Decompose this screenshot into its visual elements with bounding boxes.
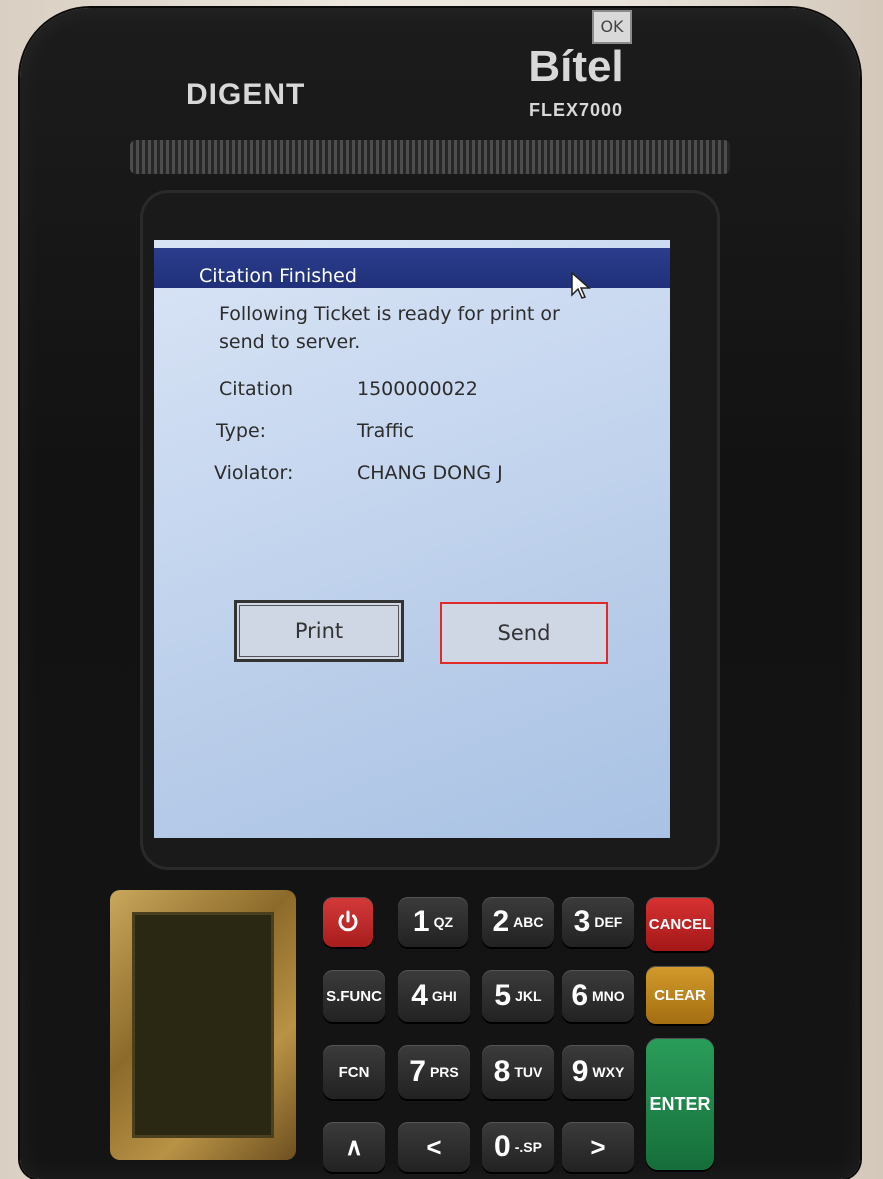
- key-6-sub: MNO: [592, 988, 625, 1004]
- key-5[interactable]: 5 JKL: [482, 970, 554, 1022]
- right-key[interactable]: >: [562, 1122, 634, 1172]
- key-0-num: 0: [494, 1130, 511, 1163]
- sfunc-key[interactable]: S.FUNC: [323, 970, 385, 1022]
- key-5-num: 5: [494, 979, 512, 1012]
- key-6-num: 6: [571, 979, 588, 1012]
- key-4-sub: GHI: [431, 988, 457, 1004]
- key-7[interactable]: 7 PRS: [398, 1045, 470, 1099]
- mouse-cursor-icon: [571, 271, 591, 299]
- fcn-key-label: FCN: [338, 1063, 370, 1081]
- key-4-num: 4: [411, 979, 428, 1012]
- clear-key-label: CLEAR: [654, 986, 706, 1004]
- key-1-sub: QZ: [433, 914, 454, 930]
- enter-key[interactable]: ENTER: [646, 1038, 714, 1170]
- up-key[interactable]: ∧: [323, 1122, 385, 1172]
- message-line-1: Following Ticket is ready for print or: [219, 303, 560, 325]
- key-1-num: 1: [412, 905, 430, 938]
- model-name: FLEX7000: [528, 100, 624, 120]
- key-1[interactable]: 1 QZ: [398, 897, 468, 947]
- right-arrow-icon: >: [590, 1131, 606, 1162]
- key-8-sub: TUV: [514, 1064, 543, 1080]
- key-2-num: 2: [492, 905, 510, 938]
- enter-key-label: ENTER: [649, 1093, 711, 1114]
- clear-key[interactable]: CLEAR: [646, 966, 714, 1024]
- key-8-num: 8: [493, 1055, 511, 1088]
- key-0-sub: -.SP: [514, 1139, 542, 1155]
- brand-digent: DIGENT: [186, 78, 306, 111]
- key-7-sub: PRS: [429, 1064, 459, 1080]
- key-6[interactable]: 6 MNO: [562, 970, 634, 1022]
- fingerprint-window: [132, 912, 274, 1138]
- key-4[interactable]: 4 GHI: [398, 970, 470, 1022]
- brand-bitel: Bítel: [528, 42, 624, 91]
- key-3[interactable]: 3 DEF: [562, 897, 634, 947]
- key-3-num: 3: [573, 905, 591, 938]
- key-7-num: 7: [409, 1055, 426, 1088]
- power-key[interactable]: [323, 897, 373, 947]
- type-value: Traffic: [357, 420, 415, 442]
- cancel-key[interactable]: CANCEL: [646, 897, 714, 951]
- violator-value: CHANG DONG J: [357, 462, 503, 484]
- key-2-sub: ABC: [513, 914, 544, 930]
- cancel-key-label: CANCEL: [648, 915, 712, 933]
- key-5-sub: JKL: [515, 988, 542, 1004]
- device-screen: Citation Finished Following Ticket is re…: [154, 240, 670, 838]
- key-2[interactable]: 2 ABC: [482, 897, 554, 947]
- left-key[interactable]: <: [398, 1122, 470, 1172]
- sfunc-key-label: S.FUNC: [326, 987, 382, 1005]
- printer-slot: [130, 140, 730, 174]
- citation-label: Citation: [219, 378, 294, 400]
- fcn-key[interactable]: FCN: [323, 1045, 385, 1099]
- key-8[interactable]: 8 TUV: [482, 1045, 554, 1099]
- key-0[interactable]: 0 -.SP: [482, 1122, 554, 1172]
- key-3-sub: DEF: [594, 914, 623, 930]
- send-button[interactable]: Send: [440, 602, 608, 664]
- key-9[interactable]: 9 WXY: [562, 1045, 634, 1099]
- left-arrow-icon: <: [426, 1131, 442, 1162]
- fingerprint-sensor: [110, 890, 296, 1160]
- ok-button[interactable]: OK: [592, 10, 632, 44]
- print-button[interactable]: Print: [234, 600, 404, 662]
- citation-value: 1500000022: [357, 378, 478, 400]
- dialog-title: Citation Finished: [199, 265, 357, 287]
- type-label: Type:: [216, 420, 267, 442]
- violator-label: Violator:: [214, 462, 294, 484]
- power-icon: [338, 910, 358, 932]
- key-9-sub: WXY: [592, 1064, 625, 1080]
- up-arrow-icon: ∧: [345, 1133, 363, 1161]
- message-line-2: send to server.: [219, 331, 361, 353]
- key-9-num: 9: [571, 1055, 589, 1088]
